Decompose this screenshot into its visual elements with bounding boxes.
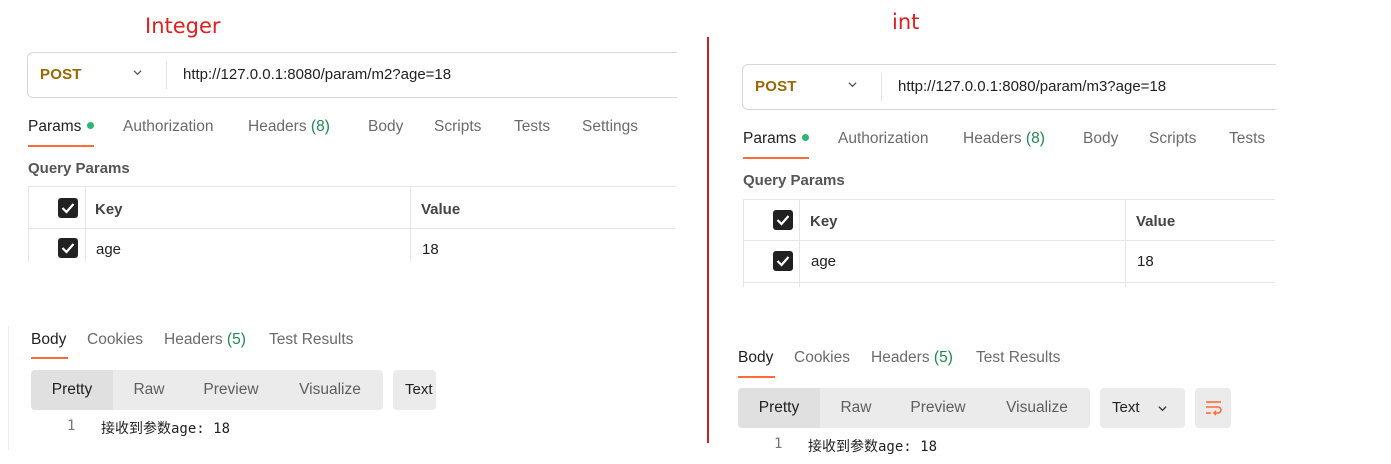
left-view-raw[interactable]: Raw <box>113 370 185 410</box>
table-border <box>743 199 1275 200</box>
right-resp-tab-test-results[interactable]: Test Results <box>976 349 1060 367</box>
left-tab-scripts[interactable]: Scripts <box>434 118 481 136</box>
table-border <box>28 186 676 187</box>
url-separator <box>166 61 167 89</box>
annotation-integer: Integer <box>145 14 221 38</box>
left-resp-tab-body-underline <box>31 357 68 359</box>
left-tab-settings[interactable]: Settings <box>582 118 638 136</box>
left-method-select[interactable]: POST <box>40 66 82 83</box>
table-border <box>28 186 29 262</box>
chevron-down-icon <box>1158 406 1167 412</box>
left-tab-params-underline <box>28 145 94 147</box>
right-value-header: Value <box>1136 213 1176 230</box>
right-resp-tab-body[interactable]: Body <box>738 349 773 367</box>
left-param-value[interactable]: 18 <box>422 241 439 258</box>
left-query-params-title: Query Params <box>28 160 130 177</box>
table-border <box>799 199 800 287</box>
right-resp-tab-headers[interactable]: Headers (5) <box>871 349 953 367</box>
right-param-key[interactable]: age <box>811 253 836 270</box>
right-view-visualize[interactable]: Visualize <box>984 388 1090 428</box>
left-view-pretty[interactable]: Pretty <box>31 370 113 410</box>
chevron-down-icon[interactable] <box>133 68 142 77</box>
url-separator <box>881 73 882 101</box>
right-query-params-title: Query Params <box>743 172 845 189</box>
right-key-header: Key <box>810 213 838 230</box>
word-wrap-button[interactable] <box>1195 388 1231 428</box>
left-resp-tab-body[interactable]: Body <box>31 331 66 349</box>
right-tab-tests[interactable]: Tests <box>1229 130 1265 148</box>
right-view-mode-group: Pretty Raw Preview Visualize <box>738 388 1090 428</box>
right-response-text: 接收到参数age: 18 <box>808 439 938 455</box>
right-tab-headers[interactable]: Headers (8) <box>963 130 1045 148</box>
right-tab-scripts[interactable]: Scripts <box>1149 130 1196 148</box>
table-border <box>743 282 1275 283</box>
red-divider-line <box>707 37 709 443</box>
right-url-input[interactable]: http://127.0.0.1:8080/param/m3?age=18 <box>898 78 1166 95</box>
table-border <box>410 186 411 262</box>
table-border <box>28 228 676 229</box>
right-format-label: Text <box>1112 399 1140 416</box>
left-view-preview[interactable]: Preview <box>185 370 277 410</box>
table-border <box>85 186 86 262</box>
right-method-select[interactable]: POST <box>755 78 797 95</box>
right-select-all-checkbox[interactable] <box>773 210 793 230</box>
right-row-checkbox[interactable] <box>773 251 793 271</box>
right-tab-authorization[interactable]: Authorization <box>838 130 928 148</box>
chevron-down-icon[interactable] <box>848 80 857 89</box>
left-request-url-bar: POST http://127.0.0.1:8080/param/m2?age=… <box>27 52 677 98</box>
left-url-input[interactable]: http://127.0.0.1:8080/param/m2?age=18 <box>183 66 451 83</box>
left-view-visualize[interactable]: Visualize <box>277 370 383 410</box>
table-border <box>743 240 1275 241</box>
left-tab-body[interactable]: Body <box>368 118 403 136</box>
left-tab-tests[interactable]: Tests <box>514 118 550 136</box>
right-view-preview[interactable]: Preview <box>892 388 984 428</box>
left-format-label: Text <box>405 381 433 398</box>
left-view-mode-group: Pretty Raw Preview Visualize <box>31 370 383 410</box>
left-tab-headers[interactable]: Headers (8) <box>248 118 330 136</box>
left-line-number: 1 <box>67 418 76 434</box>
right-param-value[interactable]: 18 <box>1137 253 1154 270</box>
right-tab-body[interactable]: Body <box>1083 130 1118 148</box>
annotation-int: int <box>892 10 920 34</box>
left-tab-authorization[interactable]: Authorization <box>123 118 213 136</box>
right-tab-params[interactable]: Params <box>743 130 810 148</box>
left-value-header: Value <box>421 201 461 218</box>
left-response-text: 接收到参数age: 18 <box>101 421 231 437</box>
left-tab-params[interactable]: Params <box>28 118 95 136</box>
left-format-select[interactable]: Text <box>393 370 436 410</box>
left-resp-tab-headers[interactable]: Headers (5) <box>164 331 246 349</box>
left-param-key[interactable]: age <box>96 241 121 258</box>
right-resp-tab-body-underline <box>738 376 775 378</box>
table-border <box>743 199 744 287</box>
right-view-pretty[interactable]: Pretty <box>738 388 820 428</box>
right-request-url-bar: POST http://127.0.0.1:8080/param/m3?age=… <box>742 64 1276 110</box>
panel-edge <box>8 326 9 450</box>
params-indicator-dot <box>802 134 810 141</box>
word-wrap-icon <box>1206 401 1222 416</box>
left-resp-tab-cookies[interactable]: Cookies <box>87 331 143 349</box>
table-border <box>1125 199 1126 287</box>
left-select-all-checkbox[interactable] <box>58 198 78 218</box>
left-row-checkbox[interactable] <box>58 238 78 258</box>
left-key-header: Key <box>95 201 123 218</box>
right-line-number: 1 <box>774 436 783 452</box>
right-format-select[interactable]: Text <box>1100 388 1185 428</box>
right-resp-tab-cookies[interactable]: Cookies <box>794 349 850 367</box>
right-view-raw[interactable]: Raw <box>820 388 892 428</box>
left-resp-tab-test-results[interactable]: Test Results <box>269 331 353 349</box>
right-tab-params-underline <box>743 157 809 159</box>
params-indicator-dot <box>87 122 95 129</box>
